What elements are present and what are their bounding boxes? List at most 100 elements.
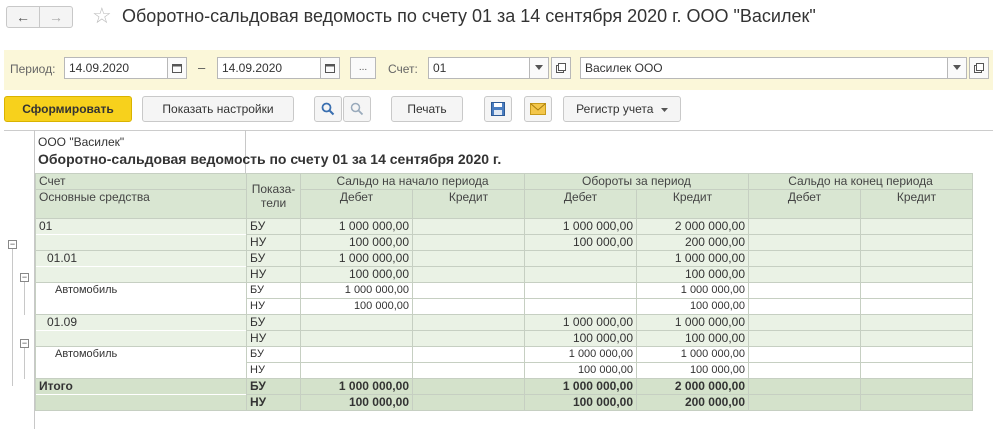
cell-opening-debit[interactable]: [300, 314, 413, 331]
cell-opening-credit[interactable]: [412, 234, 525, 251]
calendar-to-button[interactable]: [320, 57, 340, 79]
cancel-search-button[interactable]: [343, 96, 371, 122]
cell-turnover-credit[interactable]: 100 000,00: [636, 362, 749, 379]
cell-turnover-debit[interactable]: 100 000,00: [524, 330, 637, 347]
cell-closing-credit[interactable]: [860, 346, 973, 363]
cell-indicator[interactable]: НУ: [246, 362, 301, 379]
cell-indicator[interactable]: НУ: [246, 234, 301, 251]
cell-closing-credit[interactable]: [860, 234, 973, 251]
cell-opening-credit[interactable]: [412, 378, 525, 395]
cell-opening-credit[interactable]: [412, 266, 525, 283]
table-row[interactable]: НУ 100 000,00 100 000,00: [35, 330, 973, 347]
back-button[interactable]: ←: [6, 6, 40, 28]
cell-turnover-credit[interactable]: 100 000,00: [636, 298, 749, 315]
table-row[interactable]: 01 БУ 1 000 000,00 1 000 000,00 2 000 000,00: [35, 218, 973, 235]
cell-closing-debit[interactable]: [748, 314, 861, 331]
cell-closing-credit[interactable]: [860, 394, 973, 411]
calendar-from-button[interactable]: [167, 57, 187, 79]
cell-closing-debit[interactable]: [748, 282, 861, 299]
cell-closing-debit[interactable]: [748, 298, 861, 315]
cell-turnover-debit[interactable]: 1 000 000,00: [524, 218, 637, 235]
cell-closing-credit[interactable]: [860, 250, 973, 267]
cell-closing-debit[interactable]: [748, 378, 861, 395]
cell-turnover-debit[interactable]: [524, 266, 637, 283]
total-row[interactable]: НУ 100 000,00 100 000,00 200 000,00: [35, 394, 973, 411]
cell-closing-debit[interactable]: [748, 362, 861, 379]
cell-account[interactable]: Автомобиль: [35, 282, 247, 299]
table-row[interactable]: 01.01 БУ 1 000 000,00 1 000 000,00: [35, 250, 973, 267]
cell-opening-debit[interactable]: 1 000 000,00: [300, 218, 413, 235]
cell-closing-credit[interactable]: [860, 330, 973, 347]
cell-account[interactable]: [35, 394, 247, 411]
cell-opening-debit[interactable]: 1 000 000,00: [300, 282, 413, 299]
cell-opening-debit[interactable]: 100 000,00: [300, 266, 413, 283]
cell-indicator[interactable]: НУ: [246, 266, 301, 283]
table-row[interactable]: Автомобиль БУ 1 000 000,00 1 000 000,00: [35, 282, 973, 299]
cell-closing-credit[interactable]: [860, 218, 973, 235]
cell-account[interactable]: 01: [35, 218, 247, 235]
cell-closing-debit[interactable]: [748, 266, 861, 283]
cell-opening-credit[interactable]: [412, 330, 525, 347]
total-row[interactable]: Итого БУ 1 000 000,00 1 000 000,00 2 000 000…: [35, 378, 973, 395]
collapse-group-0109-icon[interactable]: −: [20, 339, 29, 348]
account-open-button[interactable]: [551, 57, 571, 79]
collapse-group-01-icon[interactable]: −: [8, 240, 17, 249]
cell-closing-debit[interactable]: [748, 330, 861, 347]
cell-closing-credit[interactable]: [860, 266, 973, 283]
cell-account[interactable]: [35, 266, 247, 283]
cell-turnover-credit[interactable]: 2 000 000,00: [636, 218, 749, 235]
cell-indicator[interactable]: НУ: [246, 330, 301, 347]
cell-indicator[interactable]: НУ: [246, 394, 301, 411]
cell-account[interactable]: 01.09: [35, 314, 247, 331]
cell-turnover-credit[interactable]: 200 000,00: [636, 234, 749, 251]
cell-account[interactable]: [35, 330, 247, 347]
show-settings-button[interactable]: Показать настройки: [142, 96, 294, 122]
cell-turnover-credit[interactable]: 1 000 000,00: [636, 250, 749, 267]
cell-closing-credit[interactable]: [860, 362, 973, 379]
table-row[interactable]: НУ 100 000,00 100 000,00: [35, 266, 973, 283]
cell-turnover-debit[interactable]: [524, 298, 637, 315]
print-button[interactable]: Печать: [391, 96, 463, 122]
favorite-star-icon[interactable]: ☆: [92, 3, 112, 29]
period-select-button[interactable]: ...: [350, 57, 376, 79]
forward-button[interactable]: →: [39, 6, 73, 28]
date-to-field[interactable]: 14.09.2020: [217, 57, 321, 79]
cell-account[interactable]: Итого: [35, 378, 247, 395]
cell-turnover-debit[interactable]: 100 000,00: [524, 362, 637, 379]
cell-opening-credit[interactable]: [412, 362, 525, 379]
cell-closing-credit[interactable]: [860, 298, 973, 315]
cell-opening-credit[interactable]: [412, 394, 525, 411]
cell-turnover-debit[interactable]: 100 000,00: [524, 234, 637, 251]
date-from-field[interactable]: 14.09.2020: [64, 57, 168, 79]
cell-turnover-debit[interactable]: [524, 250, 637, 267]
table-row[interactable]: НУ 100 000,00 100 000,00: [35, 298, 973, 315]
cell-turnover-credit[interactable]: 200 000,00: [636, 394, 749, 411]
cell-opening-credit[interactable]: [412, 314, 525, 331]
cell-opening-credit[interactable]: [412, 282, 525, 299]
cell-closing-debit[interactable]: [748, 234, 861, 251]
cell-opening-debit[interactable]: [300, 346, 413, 363]
cell-turnover-credit[interactable]: 100 000,00: [636, 330, 749, 347]
cell-turnover-credit[interactable]: 100 000,00: [636, 266, 749, 283]
cell-indicator[interactable]: БУ: [246, 250, 301, 267]
cell-indicator[interactable]: БУ: [246, 378, 301, 395]
cell-opening-debit[interactable]: [300, 330, 413, 347]
organization-dropdown-button[interactable]: [947, 57, 967, 79]
table-row[interactable]: НУ 100 000,00 100 000,00 200 000,00: [35, 234, 973, 251]
cell-turnover-debit[interactable]: 1 000 000,00: [524, 346, 637, 363]
cell-opening-debit[interactable]: 100 000,00: [300, 394, 413, 411]
cell-account[interactable]: [35, 298, 247, 315]
cell-opening-debit[interactable]: 1 000 000,00: [300, 378, 413, 395]
cell-opening-debit[interactable]: 100 000,00: [300, 234, 413, 251]
cell-closing-credit[interactable]: [860, 282, 973, 299]
cell-account[interactable]: [35, 234, 247, 251]
accounting-register-button[interactable]: Регистр учета: [563, 96, 681, 122]
table-row[interactable]: Автомобиль БУ 1 000 000,00 1 000 000,00: [35, 346, 973, 363]
cell-opening-credit[interactable]: [412, 218, 525, 235]
cell-turnover-debit[interactable]: 100 000,00: [524, 394, 637, 411]
cell-indicator[interactable]: БУ: [246, 282, 301, 299]
account-field[interactable]: 01: [428, 57, 530, 79]
cell-closing-debit[interactable]: [748, 394, 861, 411]
cell-indicator[interactable]: БУ: [246, 218, 301, 235]
cell-closing-credit[interactable]: [860, 378, 973, 395]
